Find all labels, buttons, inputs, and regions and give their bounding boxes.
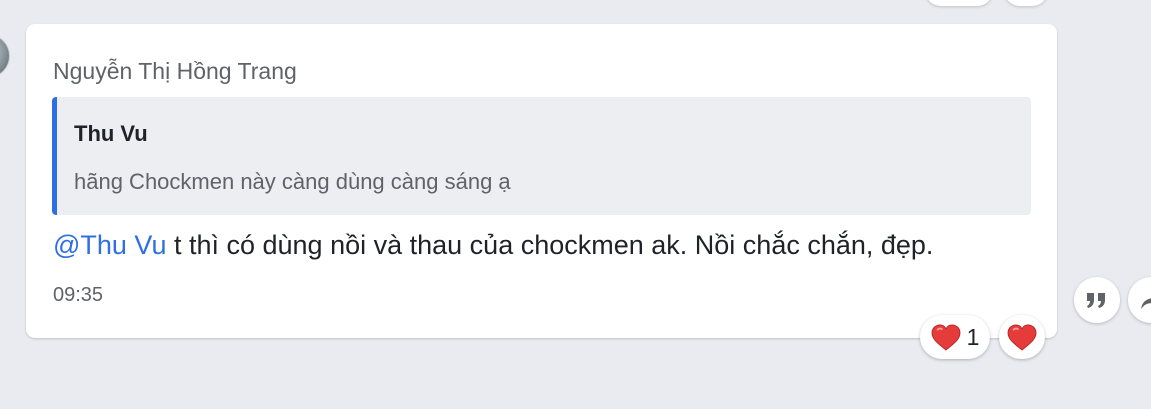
message-body: t thì có dùng nồi và thau của chockmen a… bbox=[166, 230, 934, 260]
previous-reaction-pill[interactable] bbox=[925, 0, 993, 6]
heart-reaction-pill[interactable]: 1 bbox=[920, 315, 990, 359]
message-time: 09:35 bbox=[53, 284, 104, 306]
heart-icon bbox=[1007, 323, 1037, 351]
reaction-count: 1 bbox=[966, 323, 980, 350]
quoted-text: hãng Chockmen này càng dùng càng sáng ạ bbox=[74, 169, 511, 194]
quote-icon bbox=[1087, 293, 1105, 308]
heart-icon bbox=[931, 323, 961, 351]
quote-reply-button[interactable] bbox=[1074, 277, 1120, 323]
forward-button[interactable] bbox=[1128, 277, 1151, 323]
avatar[interactable] bbox=[0, 34, 10, 78]
add-heart-reaction-button[interactable] bbox=[999, 315, 1045, 359]
message-bubble: Nguyễn Thị Hồng Trang Thu Vu hãng Chockm… bbox=[26, 24, 1057, 338]
message-text: @Thu Vu t thì có dùng nồi và thau của ch… bbox=[53, 230, 933, 261]
sender-name: Nguyễn Thị Hồng Trang bbox=[53, 58, 297, 84]
mention-link[interactable]: @Thu Vu bbox=[53, 230, 166, 260]
previous-add-reaction-button[interactable] bbox=[1004, 0, 1048, 6]
forward-icon bbox=[1141, 298, 1151, 309]
quoted-message[interactable]: Thu Vu hãng Chockmen này càng dùng càng … bbox=[52, 97, 1031, 215]
quoted-author: Thu Vu bbox=[74, 121, 148, 146]
